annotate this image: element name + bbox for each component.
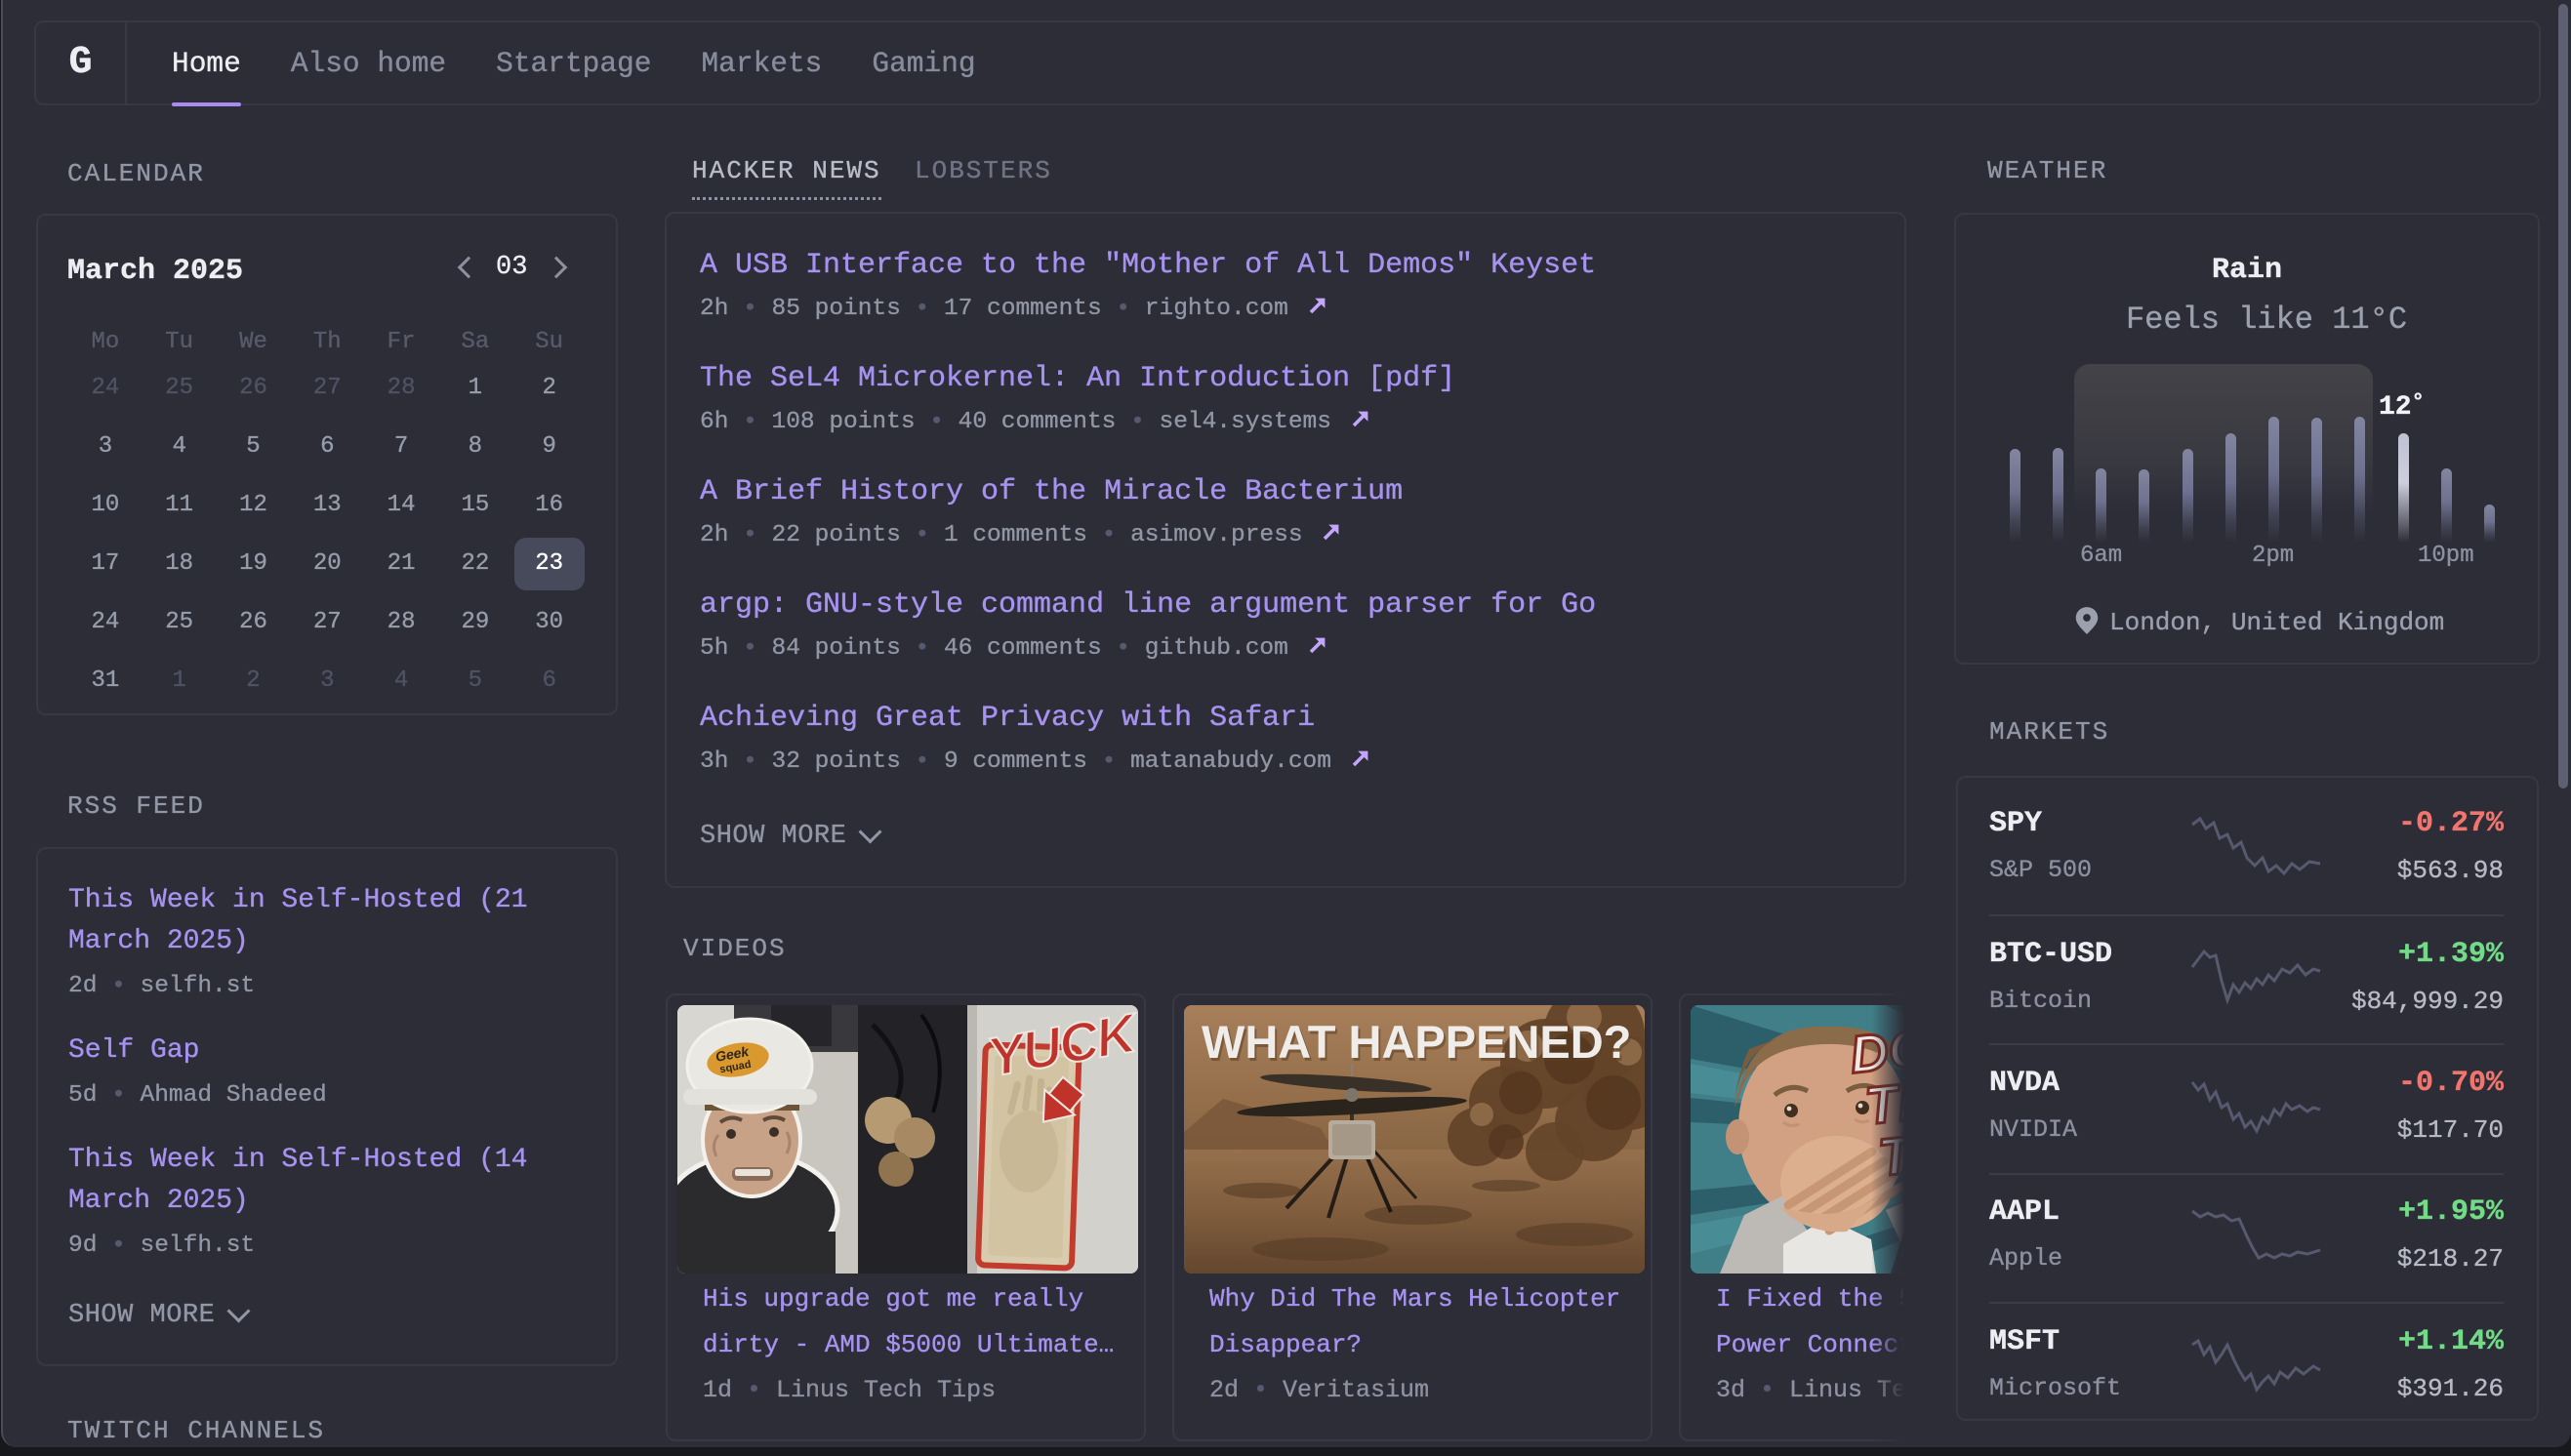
svg-text:WHAT HAPPENED?: WHAT HAPPENED? (1202, 1016, 1631, 1068)
